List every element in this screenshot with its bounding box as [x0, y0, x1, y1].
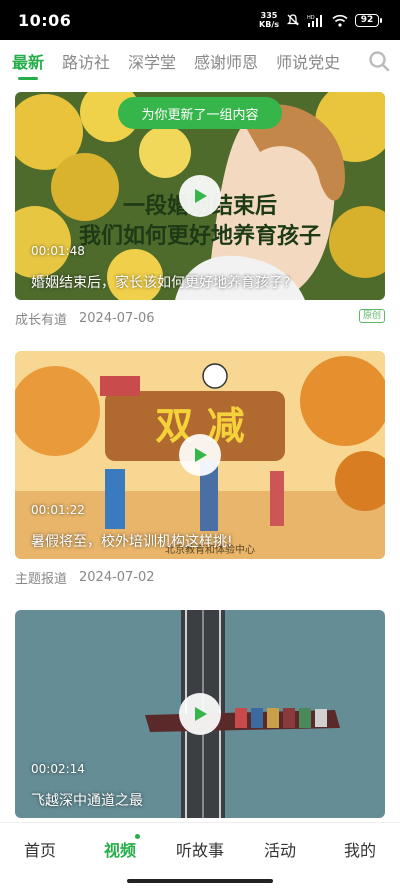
video-thumbnail[interactable]: 00:02:14 飞越深中通道之最 [15, 610, 385, 818]
clock: 10:06 [18, 10, 72, 30]
play-button[interactable] [179, 434, 221, 476]
bottom-nav: 首页 视频 听故事 活动 我的 [0, 822, 400, 874]
video-thumbnail[interactable]: 双 减 北京教育和体验中心 00:01:22 暑假将至，校外培训机构这样挑! [15, 351, 385, 559]
tab-latest[interactable]: 最新 [12, 40, 44, 82]
video-title: 婚姻结束后，家长该如何更好地养育孩子? [31, 275, 291, 291]
video-title: 飞越深中通道之最 [31, 793, 143, 809]
category-tabs: 最新 路访社 深学堂 感谢师恩 师说党史 [0, 40, 400, 82]
video-source: 主题报道 [15, 572, 68, 587]
tab-thank-teachers[interactable]: 感谢师恩 [194, 40, 258, 82]
video-date: 2024-07-06 [79, 311, 155, 326]
nav-video-label: 视频 [103, 840, 136, 860]
video-card[interactable]: 00:02:14 飞越深中通道之最 [15, 610, 385, 818]
video-card[interactable]: 双 减 北京教育和体验中心 00:01:22 暑假将至，校外培训机构这样挑! 主… [15, 351, 385, 587]
tab-shenxuetang[interactable]: 深学堂 [128, 40, 176, 82]
play-icon [195, 707, 207, 721]
video-duration: 00:01:48 [31, 244, 85, 258]
play-button[interactable] [179, 693, 221, 735]
video-source: 成长有道 [15, 313, 68, 328]
video-title: 暑假将至，校外培训机构这样挑! [31, 534, 233, 550]
update-toast: 为你更新了一组内容 [118, 97, 282, 129]
play-icon [195, 448, 207, 462]
video-meta: 主题报道 2024-07-02 [15, 568, 385, 587]
play-button[interactable] [179, 175, 221, 217]
video-feed: 一段婚姻结束后 我们如何更好地养育孩子 00:01:48 婚姻结束后，家长该如何… [0, 82, 400, 822]
status-icons: 335 KB/s HD 92 [259, 11, 382, 29]
nav-mine[interactable]: 我的 [320, 837, 400, 861]
tab-lufangshe[interactable]: 路访社 [62, 40, 110, 82]
nav-activities[interactable]: 活动 [240, 837, 320, 861]
battery-icon: 92 [355, 13, 382, 27]
nav-stories[interactable]: 听故事 [160, 837, 240, 861]
video-duration: 00:01:22 [31, 503, 85, 517]
nav-home[interactable]: 首页 [0, 837, 80, 861]
original-badge: 原创 [358, 309, 385, 323]
mute-icon [286, 14, 300, 26]
unread-dot [135, 833, 140, 839]
nav-video[interactable]: 视频 [80, 833, 160, 861]
hd-signal-icon: HD [307, 14, 322, 27]
tab-party-history[interactable]: 师说党史 [276, 40, 340, 82]
play-icon [195, 189, 207, 203]
search-icon[interactable] [368, 50, 390, 72]
video-date: 2024-07-02 [79, 570, 155, 585]
net-speed: 335 KB/s [259, 11, 279, 29]
video-meta: 成长有道 2024-07-06 原创 [15, 309, 385, 328]
video-duration: 00:02:14 [31, 762, 85, 776]
home-indicator[interactable] [127, 879, 273, 883]
status-bar: 10:06 335 KB/s HD 92 [0, 0, 400, 40]
svg-text:HD: HD [307, 15, 315, 21]
wifi-icon [332, 14, 348, 27]
